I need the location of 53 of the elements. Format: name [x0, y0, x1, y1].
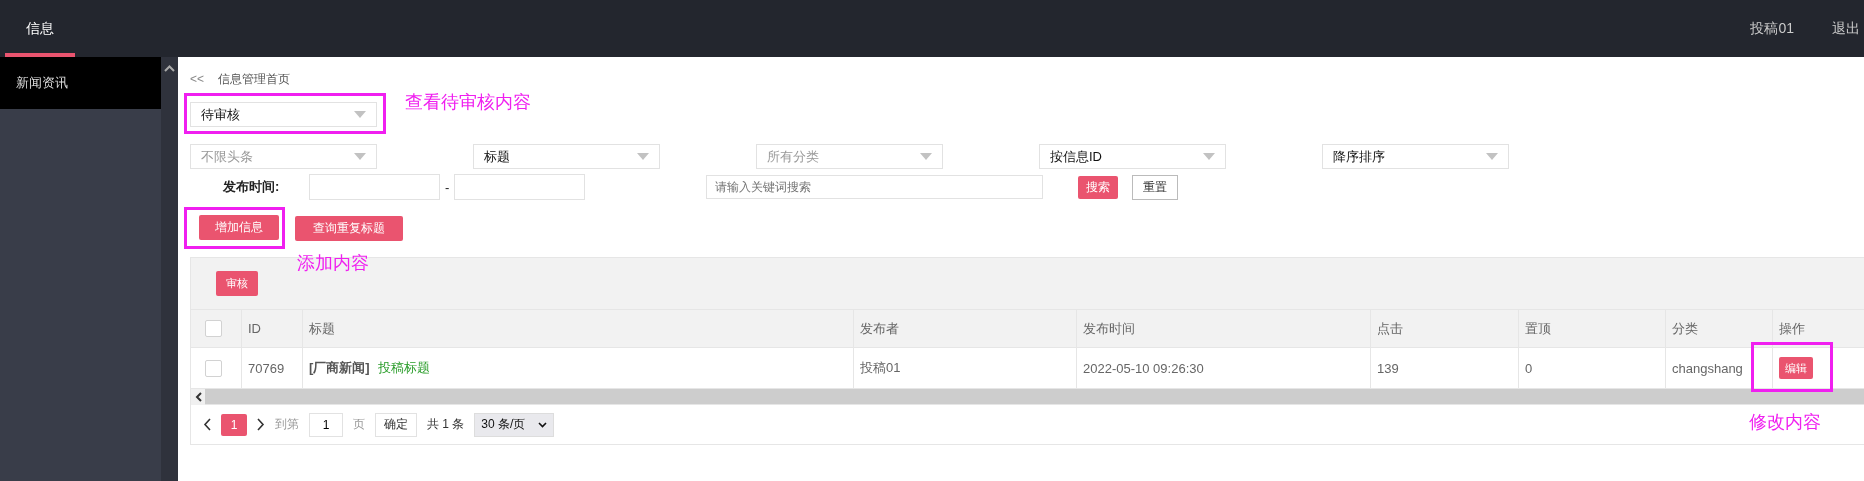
column-header: 发布时间	[1077, 310, 1371, 348]
title-link[interactable]: 投稿标题	[377, 359, 430, 377]
confirm-button[interactable]: 确定	[375, 412, 417, 437]
column-header: ID	[242, 310, 303, 348]
dropdown-arrow-icon	[354, 111, 366, 118]
breadcrumb-title: 信息管理首页	[218, 70, 290, 88]
column-header: 点击	[1371, 310, 1519, 348]
dropdown-arrow-icon	[920, 153, 932, 160]
page-size-select[interactable]: 30 条/页	[474, 412, 555, 437]
next-page-icon[interactable]	[257, 418, 265, 431]
column-header: 操作	[1773, 310, 1864, 348]
annotation-text: 添加内容	[297, 252, 369, 275]
row-checkbox[interactable]	[205, 359, 222, 377]
goto-label: 到第	[275, 416, 299, 433]
search-button[interactable]: 搜索	[1078, 175, 1119, 199]
column-header: 置顶	[1519, 310, 1666, 348]
action-button[interactable]: 查询重复标题	[295, 215, 403, 241]
scroll-left-icon[interactable]	[194, 391, 202, 402]
scroll-up-icon[interactable]	[164, 65, 175, 72]
user-link[interactable]: 投稿01	[1750, 19, 1794, 38]
filter-select[interactable]: 按信息ID	[1039, 144, 1226, 169]
chevron-down-icon	[538, 421, 548, 428]
dropdown-arrow-icon	[354, 153, 366, 160]
annotation-text: 修改内容	[1749, 411, 1821, 434]
category-tag: [厂商新闻]	[309, 359, 370, 377]
annotation-text: 查看待审核内容	[405, 91, 531, 114]
back-link[interactable]: <<	[190, 72, 204, 86]
page-button[interactable]: 1	[221, 413, 247, 436]
filter-select[interactable]: 标题	[473, 144, 660, 169]
dropdown-arrow-icon	[1203, 153, 1215, 160]
dropdown-arrow-icon	[1486, 153, 1498, 160]
page-unit-label: 页	[353, 416, 365, 433]
logout-link[interactable]: 退出	[1832, 19, 1860, 38]
action-button[interactable]: 增加信息	[199, 215, 279, 240]
end-date-field[interactable]	[454, 174, 586, 200]
start-date-field[interactable]	[309, 174, 440, 200]
dropdown-arrow-icon	[637, 153, 649, 160]
column-header: 标题	[303, 310, 854, 348]
edit-button[interactable]: 编辑	[1779, 357, 1813, 379]
status-select[interactable]: 待审核	[190, 102, 377, 127]
keyword-field[interactable]: 请输入关键词搜索	[706, 175, 1044, 199]
filter-select[interactable]: 降序排序	[1322, 144, 1509, 169]
column-header: 分类	[1666, 310, 1773, 348]
sidebar-item[interactable]: 新闻资讯	[0, 57, 161, 109]
date-label: 发布时间:	[223, 178, 281, 196]
date-separator: -	[445, 179, 450, 195]
previous-page-icon[interactable]	[203, 418, 211, 431]
select-all-checkbox[interactable]	[205, 320, 222, 337]
page-number-field[interactable]: 1	[309, 412, 343, 437]
column-header: 发布者	[854, 310, 1077, 348]
total-count: 共 1 条	[427, 416, 465, 433]
review-button[interactable]: 审核	[216, 271, 258, 296]
reset-button[interactable]: 重置	[1132, 174, 1179, 200]
